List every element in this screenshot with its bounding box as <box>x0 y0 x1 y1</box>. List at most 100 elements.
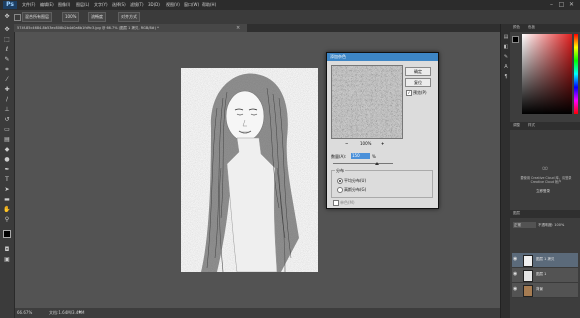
uniform-label: 平均分布(U) <box>344 178 367 183</box>
move-icon[interactable]: ✥ <box>3 26 11 34</box>
text-icon[interactable]: T <box>3 176 11 184</box>
menu-item-10[interactable]: 帮助(H) <box>202 1 216 9</box>
menu-item-0[interactable]: 文件(F) <box>22 1 35 9</box>
noise-preview-image <box>332 66 402 138</box>
pen-icon[interactable]: ✒ <box>3 166 11 174</box>
zoom-icon[interactable]: ⚲ <box>3 216 11 224</box>
distribution-label: 分布 <box>335 168 345 174</box>
eye-icon[interactable]: ◉ <box>513 271 519 277</box>
gaussian-label: 高斯分布(G) <box>344 187 367 192</box>
menu-item-8[interactable]: 视图(V) <box>166 1 180 9</box>
amount-slider-track[interactable] <box>333 163 393 164</box>
reset-button[interactable]: 复位 <box>405 78 431 87</box>
properties-panel-icon[interactable]: ◧ <box>503 44 509 50</box>
document-tab[interactable]: 574f-85c4684-8b53ec808b2b4d0a6b1fd9c3.jp… <box>14 24 247 32</box>
minimize-button[interactable]: – <box>548 1 555 8</box>
foreground-color-swatch[interactable] <box>3 230 11 238</box>
dodge-icon[interactable]: ● <box>3 156 11 164</box>
document-image[interactable] <box>181 68 318 272</box>
path-select-icon[interactable]: ➤ <box>3 186 11 194</box>
tab-color[interactable]: 颜色 <box>513 24 520 31</box>
tab-swatches[interactable]: 色板 <box>528 24 535 31</box>
color-field[interactable] <box>522 34 572 114</box>
tools-panel: ✥ ⬚ ℓ ✎ ⌗ ⁄ ✚ ∕ ⊥ ↺ ▭ ▤ ◆ ● ✒ T ➤ ▬ ✋ ⚲ … <box>0 24 15 318</box>
zoom-level: 100% <box>360 141 372 146</box>
smoothing-field[interactable]: 流畅度 <box>88 12 106 22</box>
menu-item-5[interactable]: 选择(S) <box>112 1 126 9</box>
close-window-button[interactable]: ✕ <box>568 1 575 8</box>
align-select[interactable]: 对齐方式 <box>118 12 140 22</box>
menu-item-6[interactable]: 滤镜(T) <box>130 1 144 9</box>
close-tab-icon[interactable]: × <box>236 24 240 32</box>
lasso-icon[interactable]: ℓ <box>3 46 11 54</box>
amount-unit: % <box>372 154 376 159</box>
stamp-icon[interactable]: ⊥ <box>3 106 11 114</box>
monochrome-checkbox[interactable] <box>333 200 339 206</box>
layer-name: 背景 <box>536 287 543 291</box>
blur-icon[interactable]: ◆ <box>3 146 11 154</box>
status-arrow-icon[interactable]: ▸ <box>79 309 82 315</box>
preview-checkbox[interactable]: ✓ <box>406 90 412 96</box>
tab-adjustments[interactable]: 调整 <box>513 122 520 129</box>
opacity-field[interactable]: 100% <box>62 12 80 22</box>
history-panel-icon[interactable]: ▤ <box>503 34 509 40</box>
menu-item-4[interactable]: 文字(Y) <box>94 1 108 9</box>
blend-mode-select[interactable]: 混合所有图层 <box>22 12 52 22</box>
uniform-radio[interactable] <box>337 178 343 184</box>
amount-slider-thumb[interactable] <box>375 162 379 165</box>
menu-item-3[interactable]: 图层(L) <box>76 1 89 9</box>
brush-icon[interactable]: ∕ <box>3 96 11 104</box>
healing-icon[interactable]: ✚ <box>3 86 11 94</box>
screen-mode-icon[interactable]: ▣ <box>3 256 11 264</box>
layer-opacity[interactable]: 不透明度: 100% <box>538 222 564 228</box>
move-tool-icon[interactable]: ✥ <box>3 13 11 21</box>
hue-slider[interactable] <box>574 34 578 114</box>
sign-in-button[interactable]: 立即登录 <box>536 189 550 194</box>
blend-mode-dropdown[interactable]: 正常 <box>513 222 536 228</box>
eye-icon[interactable]: ◉ <box>513 256 519 262</box>
menu-item-1[interactable]: 编辑(E) <box>40 1 54 9</box>
tab-layers[interactable]: 图层 <box>513 210 520 217</box>
layer-row[interactable]: ◉ 图层 1 <box>512 268 578 283</box>
gaussian-radio[interactable] <box>337 187 343 193</box>
marquee-icon[interactable]: ⬚ <box>3 36 11 44</box>
document-tab-title: 574f-85c4684-8b53ec808b2b4d0a6b1fd9c3.jp… <box>17 26 159 30</box>
layers-panel-tabs: 图层 <box>510 210 580 218</box>
history-brush-icon[interactable]: ↺ <box>3 116 11 124</box>
ok-button[interactable]: 确定 <box>405 67 431 76</box>
quick-select-icon[interactable]: ✎ <box>3 56 11 64</box>
hand-icon[interactable]: ✋ <box>3 206 11 214</box>
layer-row[interactable]: ◉ 图层 1 拷贝 <box>512 253 578 268</box>
photoshop-logo: Ps <box>3 1 17 9</box>
character-panel-icon[interactable]: A <box>503 64 509 70</box>
gradient-icon[interactable]: ▤ <box>3 136 11 144</box>
libraries-message: 要使用 Creative Cloud 库，请登录 Creative Cloud … <box>520 176 572 184</box>
menu-item-9[interactable]: 窗口(W) <box>184 1 199 9</box>
status-bar: 66.67% 文档:1.64M/3.49M ▸ <box>15 308 500 318</box>
eraser-icon[interactable]: ▭ <box>3 126 11 134</box>
zoom-in-button[interactable]: + <box>381 141 384 146</box>
menu-item-2[interactable]: 图像(I) <box>58 1 70 9</box>
auto-select-checkbox[interactable] <box>14 14 21 21</box>
brush-panel-icon[interactable]: ✎ <box>503 54 509 60</box>
distribution-group <box>331 170 433 198</box>
menu-item-7[interactable]: 3D(D) <box>148 1 160 9</box>
panel-foreground-swatch[interactable] <box>512 36 519 43</box>
menu-bar: Ps – □ ✕ 文件(F) 编辑(E) 图像(I) 图层(L) 文字(Y) 选择(S) 滤… <box>0 0 580 10</box>
eye-icon[interactable]: ◉ <box>513 286 519 292</box>
eyedropper-icon[interactable]: ⁄ <box>3 76 11 84</box>
amount-input[interactable]: 150 <box>351 153 370 159</box>
paragraph-panel-icon[interactable]: ¶ <box>503 74 509 80</box>
tab-styles[interactable]: 样式 <box>528 122 535 129</box>
crop-icon[interactable]: ⌗ <box>3 66 11 74</box>
options-bar: ✥ 混合所有图层 100% 流畅度 对齐方式 <box>0 10 580 25</box>
maximize-button[interactable]: □ <box>558 1 565 8</box>
zoom-readout[interactable]: 66.67% <box>17 310 32 315</box>
add-noise-dialog: 添加杂色 确定 复位 ✓ 预览(P) − 100% + 数量(A): 150 %… <box>326 52 439 209</box>
noise-preview[interactable] <box>331 65 403 139</box>
zoom-out-button[interactable]: − <box>345 141 348 146</box>
layer-row[interactable]: ◉ 背景 <box>512 283 578 298</box>
shape-icon[interactable]: ▬ <box>3 196 11 204</box>
quick-mask-icon[interactable]: ◘ <box>3 246 11 254</box>
pencil-sketch-portrait <box>181 68 318 272</box>
